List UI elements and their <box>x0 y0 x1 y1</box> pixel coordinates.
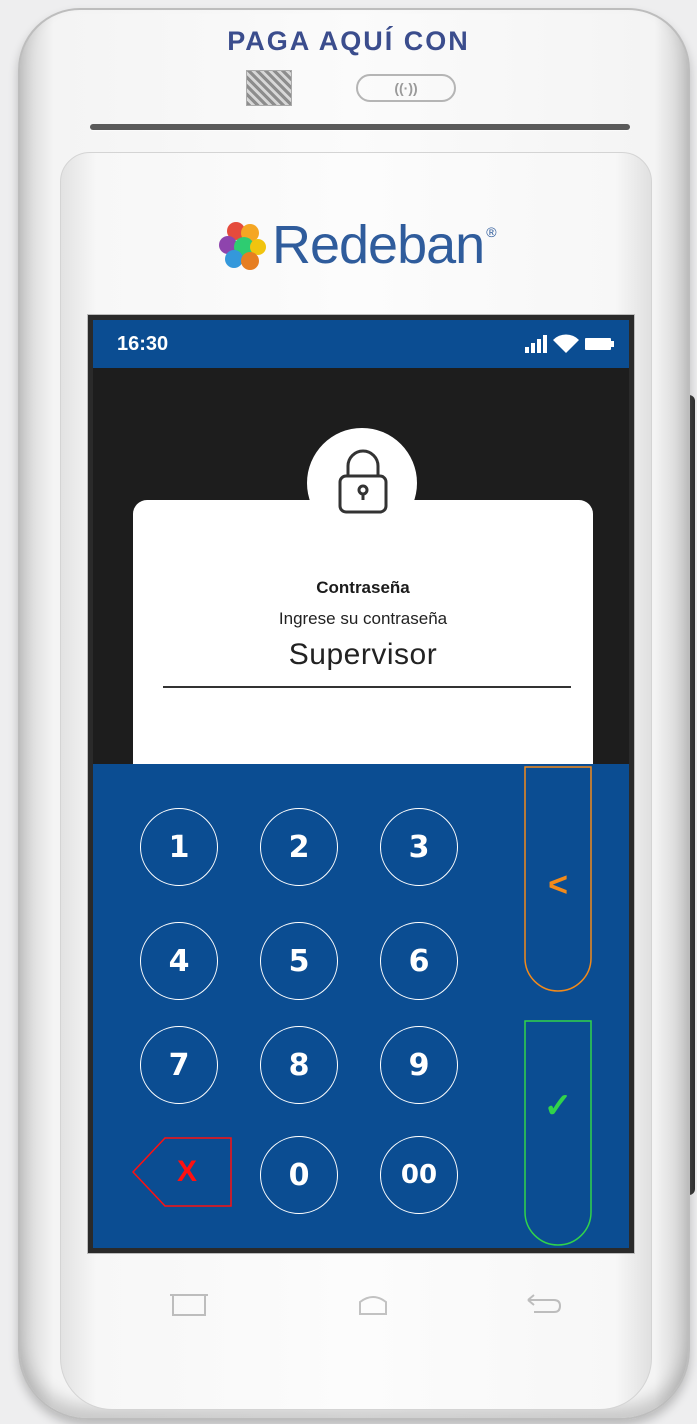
redeban-logo-icon <box>219 222 266 270</box>
check-icon: ✓ <box>543 1087 573 1125</box>
password-input-underline <box>163 686 571 688</box>
signal-icon <box>525 335 547 353</box>
key-7[interactable]: 7 <box>140 1026 218 1104</box>
key-4[interactable]: 4 <box>140 922 218 1000</box>
key-9[interactable]: 9 <box>380 1026 458 1104</box>
key-00[interactable]: 00 <box>380 1136 458 1214</box>
pay-banner: PAGA AQUÍ CON <box>227 26 470 56</box>
clear-button[interactable]: X <box>131 1136 235 1208</box>
key-3[interactable]: 3 <box>380 808 458 886</box>
qr-code-icon <box>246 70 292 106</box>
brand-logo: Redeban ® <box>214 215 497 275</box>
device-nav-bar <box>0 1290 697 1330</box>
wifi-icon <box>553 334 579 353</box>
status-time: 16:30 <box>117 333 169 355</box>
lock-icon <box>338 449 388 514</box>
key-0[interactable]: 0 <box>260 1136 338 1214</box>
printer-slot <box>90 124 630 130</box>
password-input[interactable]: Supervisor <box>133 638 593 672</box>
contactless-icon: ((·)) <box>356 74 456 102</box>
key-6[interactable]: 6 <box>380 922 458 1000</box>
battery-icon <box>585 338 614 350</box>
key-8[interactable]: 8 <box>260 1026 338 1104</box>
numeric-keypad: 1 2 3 4 5 6 7 8 9 0 00 X < ✓ <box>93 764 629 1248</box>
clear-x-icon: X <box>176 1155 197 1188</box>
confirm-key-outline <box>524 1020 592 1246</box>
key-5[interactable]: 5 <box>260 922 338 1000</box>
back-button[interactable]: < <box>524 766 592 992</box>
status-bar: 16:30 <box>93 320 629 368</box>
key-2[interactable]: 2 <box>260 808 338 886</box>
chevron-left-icon: < <box>548 866 568 904</box>
brand-name: Redeban <box>272 215 485 275</box>
recent-apps-icon[interactable] <box>168 1290 210 1320</box>
terminal-screen: 16:30 Contraseña Ingrese su contraseña S… <box>93 320 629 1248</box>
dialog-title: Contraseña <box>316 578 410 597</box>
brand-registered-mark: ® <box>486 224 497 240</box>
key-1[interactable]: 1 <box>140 808 218 886</box>
confirm-button[interactable]: ✓ <box>524 1020 592 1246</box>
dialog-subtitle: Ingrese su contraseña <box>278 609 448 628</box>
status-icons <box>525 334 615 354</box>
home-icon[interactable] <box>356 1294 390 1316</box>
back-icon[interactable] <box>524 1292 564 1318</box>
